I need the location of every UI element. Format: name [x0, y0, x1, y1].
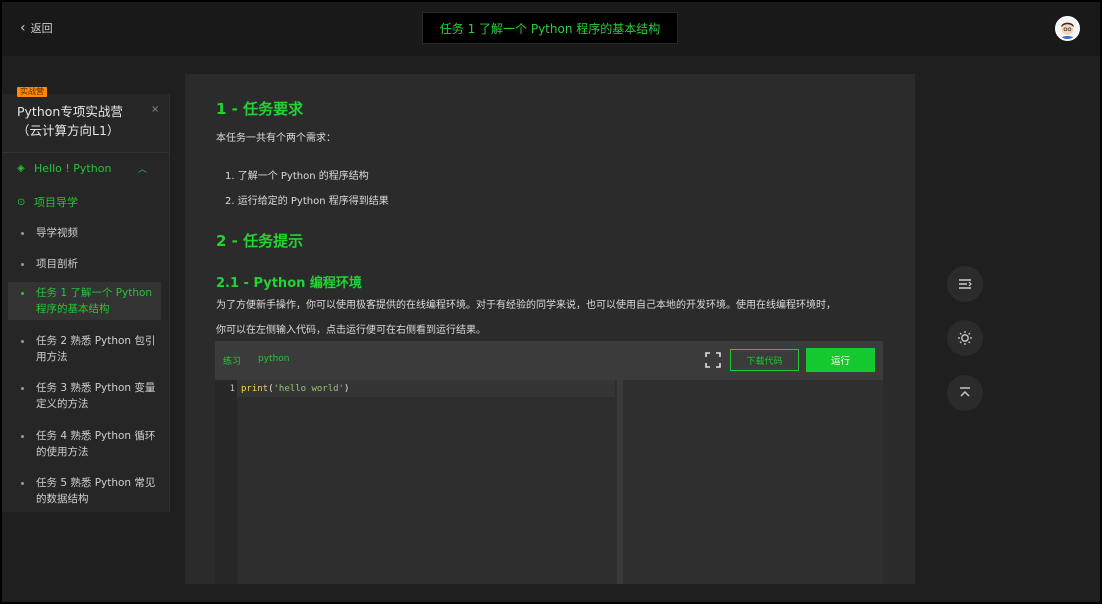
sidebar-item-guide[interactable]: ⊙ 项目导学	[17, 194, 78, 210]
sidebar-item-task-3[interactable]: 任务 3 熟悉 Python 变量定义的方法	[8, 377, 161, 415]
sidebar-item-task-1[interactable]: 任务 1 了解一个 Python 程序的基本结构	[8, 282, 161, 320]
back-label: 返回	[30, 22, 53, 35]
editor-toolbar: 练习 python 下载代码 运行	[215, 341, 883, 380]
top-bar: ‹ 返回 任务 1 了解一个 Python 程序的基本结构	[2, 2, 1100, 56]
output-pane	[623, 380, 883, 584]
sidebar-item-label: 任务 5 熟悉 Python 常见的数据结构	[36, 477, 156, 505]
bullet-icon	[21, 435, 24, 438]
code-line[interactable]: print('hello world')	[241, 384, 349, 394]
sidebar-item-task-5[interactable]: 任务 5 熟悉 Python 常见的数据结构	[8, 472, 161, 510]
sidebar-item-task-4[interactable]: 任务 4 熟悉 Python 循环的使用方法	[8, 425, 161, 463]
sidebar-item-label: 任务 4 熟悉 Python 循环的使用方法	[36, 430, 156, 458]
paragraph-text: 为了方便新手操作，你可以使用极客提供的在线编程环境。对于有经验的同学来说，也可以…	[216, 300, 836, 311]
outline-button[interactable]	[947, 266, 983, 302]
sidebar-item-label: 导学视频	[36, 227, 78, 239]
back-to-top-button[interactable]	[947, 375, 983, 411]
sidebar-item-label: 任务 2 熟悉 Python 包引用方法	[36, 335, 156, 363]
bullet-icon	[21, 292, 24, 295]
task-title: 任务 1 了解一个 Python 程序的基本结构	[439, 21, 661, 36]
code-string: 'hello world'	[273, 384, 344, 394]
chevron-left-icon: ‹	[20, 20, 26, 36]
layers-icon: ◈	[17, 163, 25, 174]
heading-environment: 2.1 - Python 编程环境	[216, 276, 362, 291]
run-button[interactable]: 运行	[806, 348, 875, 372]
code-function: print	[241, 384, 269, 394]
bullet-icon	[21, 340, 24, 343]
section-label: Hello ! Python	[34, 162, 112, 175]
code-input-pane[interactable]: 1 print('hello world')	[215, 380, 617, 584]
sidebar-item-analysis[interactable]: 项目剖析	[8, 253, 161, 275]
list-item: 2. 运行给定的 Python 程序得到结果	[225, 196, 389, 207]
task-content: 1 - 任务要求 本任务一共有个两个需求： 1. 了解一个 Python 的程序…	[185, 74, 915, 584]
check-circle-icon: ⊙	[17, 196, 26, 208]
intro-text: 本任务一共有个两个需求：	[216, 133, 336, 144]
bullet-icon	[21, 263, 24, 266]
back-button[interactable]: ‹ 返回	[20, 20, 53, 36]
sidebar-item-label: 任务 3 熟悉 Python 变量定义的方法	[36, 382, 156, 410]
theme-toggle-button[interactable]	[947, 320, 983, 356]
avatar[interactable]	[1055, 16, 1080, 41]
fullscreen-icon[interactable]	[705, 352, 721, 368]
course-sidebar: Python专项实战营（云计算方向L1） × ◈ Hello ! Python …	[2, 94, 170, 512]
exercise-tab[interactable]: 练习	[223, 354, 241, 367]
avatar-icon	[1057, 18, 1078, 39]
camp-badge: 实战营	[17, 87, 47, 97]
list-item: 1. 了解一个 Python 的程序结构	[225, 171, 369, 182]
camp-title: Python专项实战营（云计算方向L1）	[17, 104, 123, 138]
bullet-icon	[21, 232, 24, 235]
task-title-box: 任务 1 了解一个 Python 程序的基本结构	[422, 12, 678, 44]
chevron-up-icon: ︿	[137, 165, 147, 175]
paragraph-text: 你可以在左侧输入代码，点击运行便可在右侧看到运行结果。	[216, 325, 486, 336]
app-window: ‹ 返回 任务 1 了解一个 Python 程序的基本结构 Python专项实战…	[2, 2, 1100, 602]
guide-label: 项目导学	[34, 196, 78, 209]
sidebar-item-video[interactable]: 导学视频	[8, 222, 161, 244]
sidebar-item-label: 任务 1 了解一个 Python 程序的基本结构	[36, 287, 153, 315]
sidebar-item-task-2[interactable]: 任务 2 熟悉 Python 包引用方法	[8, 330, 161, 368]
sun-icon	[958, 331, 972, 345]
code-editor: 练习 python 下载代码 运行 1 print('hello world')	[215, 341, 883, 584]
code-paren: )	[343, 384, 350, 394]
bullet-icon	[21, 482, 24, 485]
back-to-top-icon	[960, 387, 970, 397]
download-code-button[interactable]: 下载代码	[730, 349, 799, 371]
sidebar-divider	[2, 152, 169, 153]
language-label: python	[258, 354, 290, 364]
heading-requirements: 1 - 任务要求	[216, 100, 304, 118]
bullet-icon	[21, 387, 24, 390]
close-sidebar-icon[interactable]: ×	[151, 104, 159, 115]
outline-icon	[959, 279, 972, 289]
section-hello-python[interactable]: ◈ Hello ! Python ︿	[17, 162, 147, 175]
heading-hints: 2 - 任务提示	[216, 232, 304, 250]
line-gutter	[215, 380, 237, 584]
line-number: 1	[229, 384, 235, 394]
sidebar-item-label: 项目剖析	[36, 258, 78, 270]
